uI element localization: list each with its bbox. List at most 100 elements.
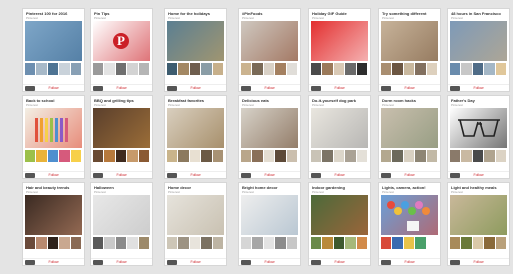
board-thumbnail[interactable] <box>93 63 104 75</box>
board-thumbnail[interactable] <box>241 150 252 162</box>
board-thumbnail[interactable] <box>345 63 356 75</box>
follow-button[interactable]: Follow <box>48 260 58 264</box>
board-thumbnail[interactable] <box>138 150 149 162</box>
board-thumbnail[interactable] <box>115 63 127 75</box>
board-thumbnail[interactable] <box>104 63 115 75</box>
board-card[interactable]: Halloween Pinterest Follow <box>90 182 153 266</box>
board-thumbnail[interactable] <box>167 237 178 249</box>
board-thumbnail[interactable] <box>381 63 392 75</box>
board-thumbnail[interactable] <box>212 150 223 162</box>
board-card[interactable]: Dorm room hacks Pinterest Follow <box>378 95 441 179</box>
follow-button[interactable]: Follow <box>48 173 58 177</box>
board-card[interactable]: Pin Tips Pinterest P Follow <box>90 8 153 92</box>
follow-button[interactable]: Follow <box>404 260 414 264</box>
follow-button[interactable]: Follow <box>404 86 414 90</box>
board-thumbnail[interactable] <box>275 237 286 249</box>
board-card[interactable]: Back to school Pinterest Follow <box>22 95 85 179</box>
board-card[interactable]: Hair and beauty trends Pinterest Follow <box>22 182 85 266</box>
board-cover-image[interactable] <box>25 195 82 235</box>
board-card[interactable]: Pinterest 100 for 2016 Pinterest Follow <box>22 8 85 92</box>
board-card[interactable]: BBQ and grilling tips Pinterest Follow <box>90 95 153 179</box>
board-card[interactable]: Do-it-yourself dog park Pinterest Follow <box>308 95 371 179</box>
board-thumbnail[interactable] <box>178 150 189 162</box>
board-thumbnail[interactable] <box>201 150 212 162</box>
board-thumbnail[interactable] <box>415 150 426 162</box>
board-thumbnail[interactable] <box>70 237 81 249</box>
board-thumbnail[interactable] <box>311 237 322 249</box>
follow-button[interactable]: Follow <box>264 86 274 90</box>
board-card[interactable]: Home decor Pinterest Follow <box>164 182 227 266</box>
board-thumbnail[interactable] <box>403 63 415 75</box>
board-thumbnail[interactable] <box>333 237 345 249</box>
board-thumbnail[interactable] <box>93 150 104 162</box>
board-thumbnail[interactable] <box>115 150 127 162</box>
board-thumbnail[interactable] <box>472 63 484 75</box>
board-cover-image[interactable] <box>381 21 438 61</box>
board-cover-image[interactable]: P <box>93 21 150 61</box>
board-card[interactable]: Bright home decor Pinterest Follow <box>238 182 301 266</box>
board-cover-image[interactable] <box>167 195 224 235</box>
board-thumbnail[interactable] <box>127 237 138 249</box>
board-thumbnail[interactable] <box>241 63 252 75</box>
board-card[interactable]: Indoor gardening Pinterest Follow <box>308 182 371 266</box>
board-cover-image[interactable] <box>167 108 224 148</box>
board-cover-image[interactable] <box>93 195 150 235</box>
board-card[interactable]: #PinFoods Pinterest Follow <box>238 8 301 92</box>
board-thumbnail[interactable] <box>381 237 392 249</box>
follow-button[interactable]: Follow <box>473 86 483 90</box>
board-card[interactable]: 48 hours in San Francisco Pinterest Follow <box>447 8 510 92</box>
board-thumbnail[interactable] <box>333 63 345 75</box>
board-thumbnail[interactable] <box>70 63 81 75</box>
board-thumbnail[interactable] <box>484 150 495 162</box>
board-thumbnail[interactable] <box>356 150 367 162</box>
board-cover-image[interactable] <box>381 195 438 235</box>
board-thumbnail[interactable] <box>392 150 403 162</box>
board-cover-image[interactable] <box>311 21 368 61</box>
board-thumbnail[interactable] <box>322 63 333 75</box>
board-thumbnail[interactable] <box>415 63 426 75</box>
follow-button[interactable]: Follow <box>264 173 274 177</box>
board-card[interactable]: Home for the holidays Pinterest Follow <box>164 8 227 92</box>
board-thumbnail[interactable] <box>495 237 506 249</box>
board-thumbnail[interactable] <box>450 150 461 162</box>
board-thumbnail[interactable] <box>36 237 47 249</box>
board-thumbnail[interactable] <box>356 63 367 75</box>
board-cover-image[interactable] <box>311 108 368 148</box>
board-thumbnail[interactable] <box>25 63 36 75</box>
board-thumbnail[interactable] <box>472 150 484 162</box>
board-thumbnail[interactable] <box>189 237 201 249</box>
follow-button[interactable]: Follow <box>473 260 483 264</box>
board-card[interactable]: Try something different Pinterest Follow <box>378 8 441 92</box>
board-thumbnail[interactable] <box>275 150 286 162</box>
board-card[interactable]: Father's Day Pinterest Follow <box>447 95 510 179</box>
board-thumbnail[interactable] <box>59 237 70 249</box>
board-thumbnail[interactable] <box>381 150 392 162</box>
board-thumbnail[interactable] <box>450 63 461 75</box>
board-thumbnail[interactable] <box>212 237 223 249</box>
board-thumbnail[interactable] <box>286 237 297 249</box>
board-thumbnail[interactable] <box>333 150 345 162</box>
follow-button[interactable]: Follow <box>334 260 344 264</box>
board-thumbnail[interactable] <box>252 237 263 249</box>
board-cover-image[interactable] <box>93 108 150 148</box>
board-thumbnail[interactable] <box>36 63 47 75</box>
board-thumbnail[interactable] <box>212 63 223 75</box>
follow-button[interactable]: Follow <box>116 260 126 264</box>
board-thumbnail[interactable] <box>403 237 415 249</box>
board-card[interactable]: Light and healthy meals Pinterest Follow <box>447 182 510 266</box>
board-cover-image[interactable] <box>241 108 298 148</box>
board-thumbnail[interactable] <box>311 150 322 162</box>
board-thumbnail[interactable] <box>392 63 403 75</box>
board-thumbnail[interactable] <box>495 150 506 162</box>
board-cover-image[interactable] <box>450 108 507 148</box>
board-thumbnail[interactable] <box>461 237 472 249</box>
board-thumbnail[interactable] <box>252 63 263 75</box>
board-thumbnail[interactable] <box>47 63 59 75</box>
board-card[interactable]: Holiday GIF Guide Pinterest Follow <box>308 8 371 92</box>
board-thumbnail[interactable] <box>356 237 367 249</box>
board-thumbnail[interactable] <box>178 237 189 249</box>
board-thumbnail[interactable] <box>345 237 356 249</box>
board-thumbnail[interactable] <box>25 237 36 249</box>
board-thumbnail[interactable] <box>167 63 178 75</box>
board-thumbnail[interactable] <box>403 150 415 162</box>
